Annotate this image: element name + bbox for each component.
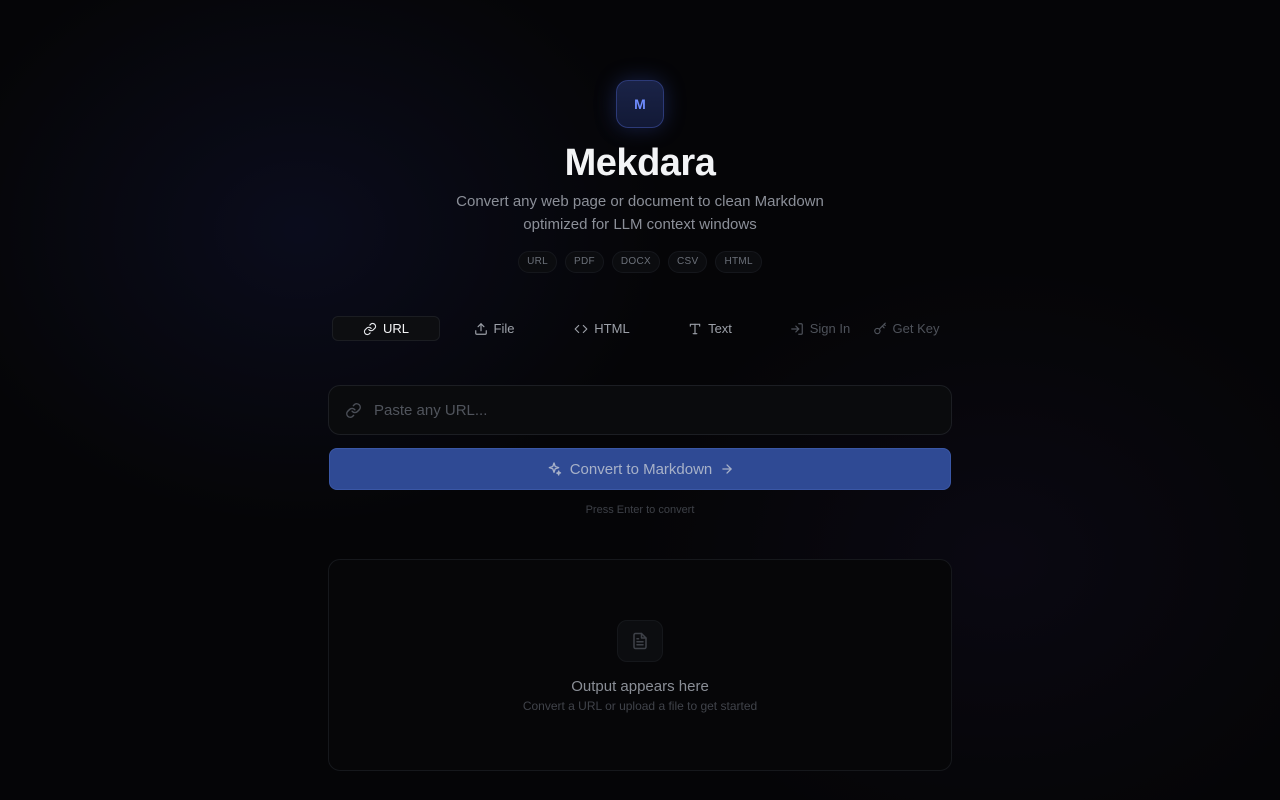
format-chip-url: URL	[518, 251, 557, 273]
output-title: Output appears here	[571, 678, 709, 695]
tab-url-label: URL	[382, 321, 409, 336]
tab-file-label: File	[493, 321, 515, 336]
enter-hint: Press Enter to convert	[585, 504, 695, 516]
url-input[interactable]	[374, 401, 894, 419]
app-subtitle: Convert any web page or document to clea…	[440, 190, 840, 236]
format-chip-pdf: PDF	[565, 251, 604, 273]
get-key-button[interactable]: Get Key	[866, 316, 946, 341]
convert-button[interactable]: Convert to Markdown	[329, 448, 951, 490]
format-chip-csv: CSV	[668, 251, 708, 273]
tab-html[interactable]: HTML	[548, 316, 656, 341]
format-chip-docx: DOCX	[611, 251, 660, 273]
subtitle-line-1: Convert any web page or document to clea…	[456, 193, 824, 210]
sign-in-icon	[790, 322, 803, 335]
key-icon	[873, 322, 886, 334]
supported-formats: URL PDF DOCX CSV HTML	[0, 251, 1280, 273]
text-icon	[689, 323, 701, 334]
sparkles-icon	[548, 462, 561, 476]
input-mode-tabs: URL File HTML Text Sign In Get Key	[330, 316, 950, 342]
sign-in-label: Sign In	[809, 321, 851, 336]
tab-file[interactable]: File	[440, 316, 548, 341]
output-subtitle: Convert a URL or upload a file to get st…	[522, 699, 758, 713]
tab-url[interactable]: URL	[332, 316, 440, 341]
subtitle-line-2: optimized for LLM context windows	[523, 216, 757, 233]
sign-in-button[interactable]: Sign In	[784, 316, 856, 341]
link-icon	[346, 402, 361, 418]
app-logo: M	[616, 80, 664, 128]
code-icon	[574, 324, 588, 333]
tab-text-label: Text	[708, 321, 732, 336]
upload-icon	[474, 322, 487, 335]
convert-button-label: Convert to Markdown	[569, 460, 713, 478]
url-input-box	[328, 385, 952, 435]
app-title: Mekdara	[564, 142, 716, 184]
tab-text[interactable]: Text	[656, 316, 764, 341]
logo-letter: M	[634, 96, 646, 112]
format-chip-html: HTML	[715, 251, 762, 273]
output-panel: Output appears here Convert a URL or upl…	[328, 559, 952, 771]
link-icon	[363, 322, 377, 335]
document-icon	[617, 620, 663, 662]
arrow-right-icon	[722, 464, 733, 474]
tab-html-label: HTML	[594, 321, 630, 336]
get-key-label: Get Key	[892, 321, 940, 336]
